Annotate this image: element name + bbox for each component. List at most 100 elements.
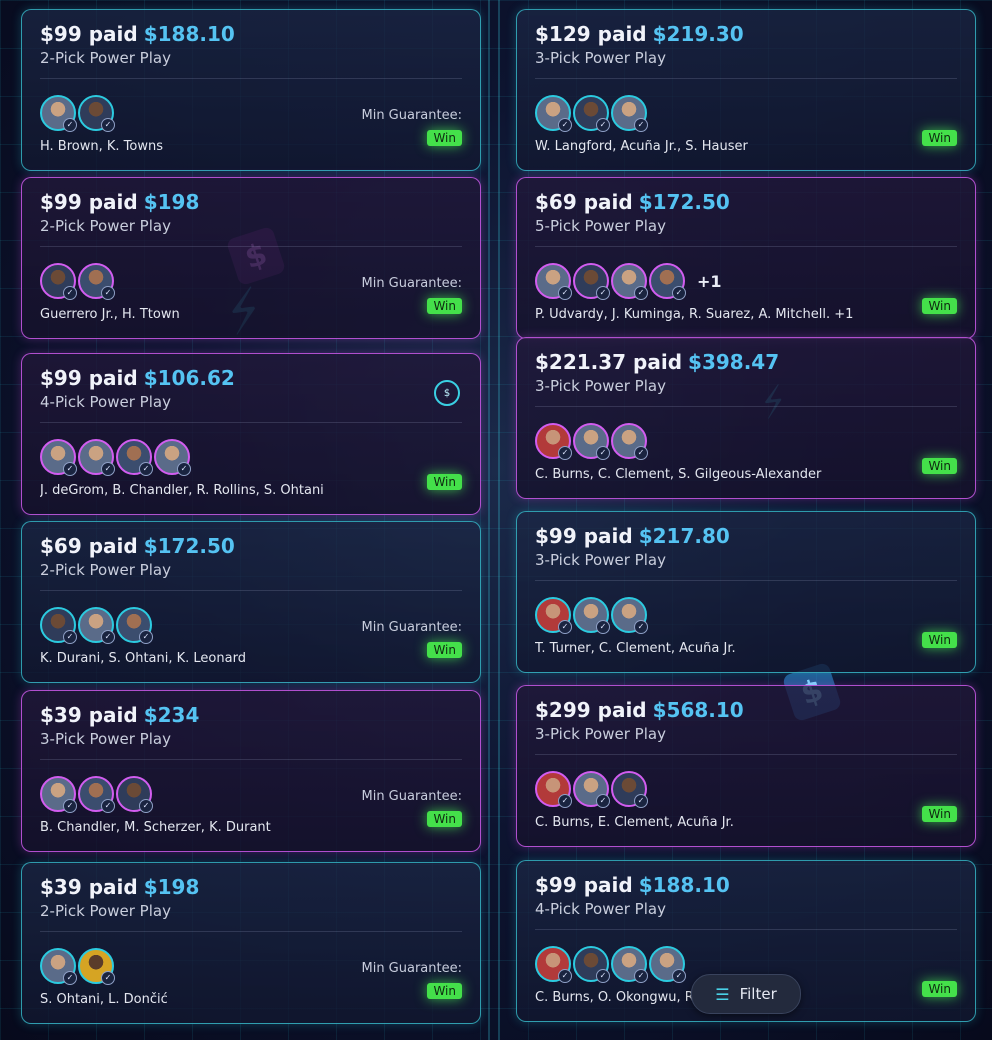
- entry-card[interactable]: $129 paid $219.30 3-Pick Power Play ✓ ✓ ✓ W. L…: [516, 9, 976, 171]
- win-badge: Win: [922, 806, 957, 822]
- amount-paid: $299 paid: [535, 698, 647, 722]
- check-badge-icon: ✓: [101, 799, 115, 813]
- payout-amount: $234: [143, 703, 200, 727]
- entry-type: 2-Pick Power Play: [40, 561, 171, 579]
- entry-card[interactable]: $99 paid $217.80 3-Pick Power Play ✓ ✓ ✓ T. Tu…: [516, 511, 976, 673]
- check-badge-icon: ✓: [558, 118, 572, 132]
- entry-card[interactable]: $99 paid $106.62 4-Pick Power Play ✓ ✓ ✓ ✓ J. d…: [21, 353, 481, 515]
- check-badge-icon: ✓: [101, 118, 115, 132]
- check-badge-icon: ✓: [558, 969, 572, 983]
- check-badge-icon: ✓: [634, 118, 648, 132]
- filter-button[interactable]: ☰ Filter: [691, 974, 801, 1014]
- result-area: Win: [922, 455, 957, 474]
- check-badge-icon: ✓: [63, 118, 77, 132]
- player-avatar: ✓: [154, 439, 191, 476]
- check-badge-icon: ✓: [596, 446, 610, 460]
- player-avatar: ✓: [40, 439, 77, 476]
- check-badge-icon: ✓: [139, 630, 153, 644]
- player-avatar: ✓: [40, 776, 77, 813]
- win-badge: Win: [922, 130, 957, 146]
- check-badge-icon: ✓: [558, 620, 572, 634]
- payout-amount: $198: [143, 190, 200, 214]
- payout-amount: $217.80: [638, 524, 730, 548]
- payout-amount: $198: [143, 875, 200, 899]
- player-avatar: ✓: [649, 263, 686, 300]
- player-avatar: ✓: [573, 771, 610, 808]
- player-avatar: ✓: [116, 439, 153, 476]
- avatar-group: ✓ ✓ ✓ ✓: [40, 435, 462, 479]
- check-badge-icon: ✓: [139, 462, 153, 476]
- entry-card[interactable]: $69 paid $172.50 2-Pick Power Play ✓ ✓ ✓ K. Du…: [21, 521, 481, 683]
- entry-card[interactable]: $99 paid $198 2-Pick Power Play ✓ ✓ Guerrero …: [21, 177, 481, 339]
- entry-headline: $39 paid $198: [40, 875, 462, 899]
- player-avatar: ✓: [611, 597, 648, 634]
- entry-type: 3-Pick Power Play: [40, 730, 171, 748]
- entry-headline: $69 paid $172.50: [535, 190, 957, 214]
- player-avatar: ✓: [611, 423, 648, 460]
- player-names: T. Turner, C. Clement, Acuña Jr.: [535, 641, 736, 656]
- player-avatar: ✓: [535, 263, 572, 300]
- entry-card[interactable]: $99 paid $188.10 2-Pick Power Play ✓ ✓ H. Bro…: [21, 9, 481, 171]
- center-divider-line: [498, 0, 500, 1040]
- check-badge-icon: ✓: [634, 286, 648, 300]
- result-area: Min Guarantee: Win: [361, 108, 462, 146]
- entry-card[interactable]: $221.37 paid $398.47 3-Pick Power Play ✓ ✓ ✓ C…: [516, 337, 976, 499]
- card-divider: [40, 590, 462, 591]
- player-avatar: ✓: [40, 607, 77, 644]
- player-avatar: ✓: [535, 95, 572, 132]
- entry-type: 2-Pick Power Play: [40, 217, 171, 235]
- check-badge-icon: ✓: [596, 620, 610, 634]
- payout-amount: $188.10: [638, 873, 730, 897]
- payout-amount: $172.50: [638, 190, 730, 214]
- player-avatar: ✓: [573, 946, 610, 983]
- player-names: W. Langford, Acuña Jr., S. Hauser: [535, 139, 748, 154]
- min-guarantee-label: Min Guarantee:: [361, 108, 462, 123]
- entry-type: 3-Pick Power Play: [535, 377, 666, 395]
- win-badge: Win: [427, 983, 462, 999]
- avatar-group: ✓ ✓ ✓: [535, 91, 957, 135]
- card-divider: [40, 931, 462, 932]
- player-names: P. Udvardy, J. Kuminga, R. Suarez, A. Mi…: [535, 307, 854, 322]
- result-area: Min Guarantee: Win: [361, 276, 462, 314]
- player-avatar: ✓: [116, 776, 153, 813]
- check-badge-icon: ✓: [101, 971, 115, 985]
- more-players-count: +1: [697, 271, 722, 291]
- entry-card[interactable]: $39 paid $198 2-Pick Power Play ✓ ✓ S. Ohtani…: [21, 862, 481, 1024]
- money-bag-icon: $: [434, 380, 460, 406]
- player-avatar: ✓: [40, 948, 77, 985]
- player-avatar: ✓: [573, 95, 610, 132]
- player-avatar: ✓: [78, 948, 115, 985]
- payout-amount: $568.10: [652, 698, 744, 722]
- result-area: Min Guarantee: Win: [361, 961, 462, 999]
- player-avatar: ✓: [535, 771, 572, 808]
- entry-headline: $99 paid $198: [40, 190, 462, 214]
- player-avatar: ✓: [535, 423, 572, 460]
- payout-amount: $219.30: [652, 22, 744, 46]
- win-badge: Win: [922, 298, 957, 314]
- player-avatar: ✓: [573, 263, 610, 300]
- entry-headline: $99 paid $188.10: [40, 22, 462, 46]
- payout-amount: $106.62: [143, 366, 235, 390]
- min-guarantee-label: Min Guarantee:: [361, 789, 462, 804]
- card-divider: [535, 754, 957, 755]
- entry-headline: $221.37 paid $398.47: [535, 350, 957, 374]
- entry-headline: $39 paid $234: [40, 703, 462, 727]
- amount-paid: $221.37 paid: [535, 350, 683, 374]
- entry-card[interactable]: $39 paid $234 3-Pick Power Play ✓ ✓ ✓ B. Chand…: [21, 690, 481, 852]
- check-badge-icon: ✓: [101, 630, 115, 644]
- check-badge-icon: ✓: [177, 462, 191, 476]
- entry-type: 3-Pick Power Play: [535, 49, 666, 67]
- entry-type: 5-Pick Power Play: [535, 217, 666, 235]
- check-badge-icon: ✓: [139, 799, 153, 813]
- card-divider: [535, 580, 957, 581]
- result-area: Win: [922, 127, 957, 146]
- entry-card[interactable]: $299 paid $568.10 3-Pick Power Play ✓ ✓ ✓ C. B…: [516, 685, 976, 847]
- entry-headline: $99 paid $188.10: [535, 873, 957, 897]
- amount-paid: $99 paid: [535, 873, 633, 897]
- check-badge-icon: ✓: [634, 794, 648, 808]
- player-avatar: ✓: [611, 946, 648, 983]
- player-avatar: ✓: [78, 776, 115, 813]
- entry-card[interactable]: $69 paid $172.50 5-Pick Power Play ✓ ✓ ✓ ✓ +1 P.…: [516, 177, 976, 339]
- entry-type: 2-Pick Power Play: [40, 902, 171, 920]
- result-area: Win: [427, 471, 462, 490]
